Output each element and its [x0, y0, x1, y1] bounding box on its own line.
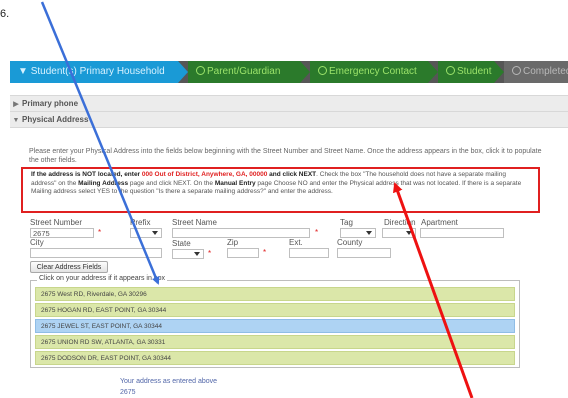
- clear-address-fields-button[interactable]: Clear Address Fields: [30, 261, 108, 273]
- circle-icon: [512, 66, 521, 75]
- notice-box: If the address is NOT located, enter 000…: [21, 167, 540, 213]
- step-label: Student(s) Primary Household: [30, 66, 165, 77]
- address-list: 2675 West RD, Riverdale, GA 30296 2675 H…: [35, 287, 515, 367]
- step-number-label: 6.: [0, 8, 10, 20]
- step-emergency-contact[interactable]: Emergency Contact: [310, 61, 438, 83]
- step-progress-bar: ▼ Student(s) Primary Household Parent/Gu…: [10, 61, 568, 83]
- city-input[interactable]: [30, 248, 162, 258]
- state-select[interactable]: [172, 249, 204, 259]
- required-mark: *: [263, 248, 267, 257]
- step-label: Student: [457, 66, 492, 77]
- city-label: City: [30, 238, 44, 247]
- address-option[interactable]: 2675 DODSON DR, EAST POINT, GA 30344: [35, 351, 515, 365]
- zip-label: Zip: [227, 238, 239, 247]
- notice-text: If the address is NOT located, enter 000…: [31, 171, 531, 197]
- step-label: Emergency Contact: [329, 66, 417, 77]
- chevron-down-icon: ▼: [12, 117, 20, 124]
- ext-label: Ext.: [289, 238, 303, 247]
- address-box-legend: Click on your address if it appears in b…: [37, 275, 168, 282]
- dropdown-arrow-icon: [152, 231, 158, 235]
- street-number-input[interactable]: 2675: [30, 228, 94, 238]
- instructions-text: Please enter your Physical Address into …: [29, 148, 542, 164]
- required-mark: *: [208, 249, 212, 258]
- state-label: State: [172, 239, 191, 248]
- prefix-select[interactable]: [130, 228, 162, 238]
- step-label: Completed: [523, 66, 568, 77]
- required-mark: *: [315, 228, 319, 237]
- address-option[interactable]: 2675 HOGAN RD, EAST POINT, GA 30344: [35, 303, 515, 317]
- address-option-selected[interactable]: 2675 JEWEL ST, EAST POINT, GA 30344: [35, 319, 515, 333]
- county-label: County: [337, 238, 363, 247]
- direction-select[interactable]: [382, 228, 416, 238]
- chevron-right-icon: ▶: [13, 101, 19, 108]
- notice-manual-entry: Manual Entry: [214, 179, 256, 187]
- section-physical-address[interactable]: ▼ Physical Address: [10, 111, 568, 128]
- circle-icon: [196, 66, 205, 75]
- section-title: Physical Address: [22, 115, 89, 124]
- step-label: Parent/Guardian: [207, 66, 281, 77]
- notice-out-of-district: 000 Out of District, Anywhere, GA, 00000: [141, 171, 268, 178]
- notice-bold: If the address is NOT located, enter: [31, 171, 142, 178]
- apartment-input[interactable]: [420, 228, 504, 238]
- entered-address-label: Your address as entered above: [120, 378, 218, 385]
- address-option[interactable]: 2675 UNION RD SW, ATLANTA, GA 30331: [35, 335, 515, 349]
- zip-input[interactable]: [227, 248, 259, 258]
- step-primary-household[interactable]: ▼ Student(s) Primary Household: [10, 61, 188, 83]
- step-arrow-icon: ▼: [18, 66, 28, 77]
- step-completed[interactable]: Completed: [504, 61, 568, 83]
- tag-label: Tag: [340, 218, 353, 227]
- street-number-label: Street Number: [30, 218, 83, 227]
- tag-select[interactable]: [340, 228, 376, 238]
- circle-icon: [446, 66, 455, 75]
- notice-bold: and click NEXT: [267, 171, 317, 178]
- entered-address-value: 2675: [120, 389, 136, 396]
- address-option[interactable]: 2675 West RD, Riverdale, GA 30296: [35, 287, 515, 301]
- dropdown-arrow-icon: [366, 231, 372, 235]
- step-parent-guardian[interactable]: Parent/Guardian: [188, 61, 310, 83]
- prefix-label: Prefix: [130, 218, 151, 227]
- direction-label: Direction: [384, 218, 416, 227]
- blue-annotation-arrow: [40, 1, 160, 285]
- address-suggestion-box: Click on your address if it appears in b…: [30, 275, 520, 368]
- street-name-input[interactable]: [172, 228, 310, 238]
- notice-mailing-address: Mailing Address: [78, 179, 129, 187]
- street-name-label: Street Name: [172, 218, 217, 227]
- step-student[interactable]: Student: [438, 61, 504, 83]
- county-input[interactable]: [337, 248, 391, 258]
- section-primary-phone[interactable]: ▶ Primary phone: [10, 95, 568, 112]
- section-title: Primary phone: [22, 99, 79, 108]
- circle-icon: [318, 66, 327, 75]
- dropdown-arrow-icon: [194, 252, 200, 256]
- ext-input[interactable]: [289, 248, 329, 258]
- dropdown-arrow-icon: [406, 231, 412, 235]
- required-mark: *: [98, 228, 102, 237]
- notice-part: page and click NEXT. On the: [128, 179, 215, 187]
- apartment-label: Apartment: [421, 218, 458, 227]
